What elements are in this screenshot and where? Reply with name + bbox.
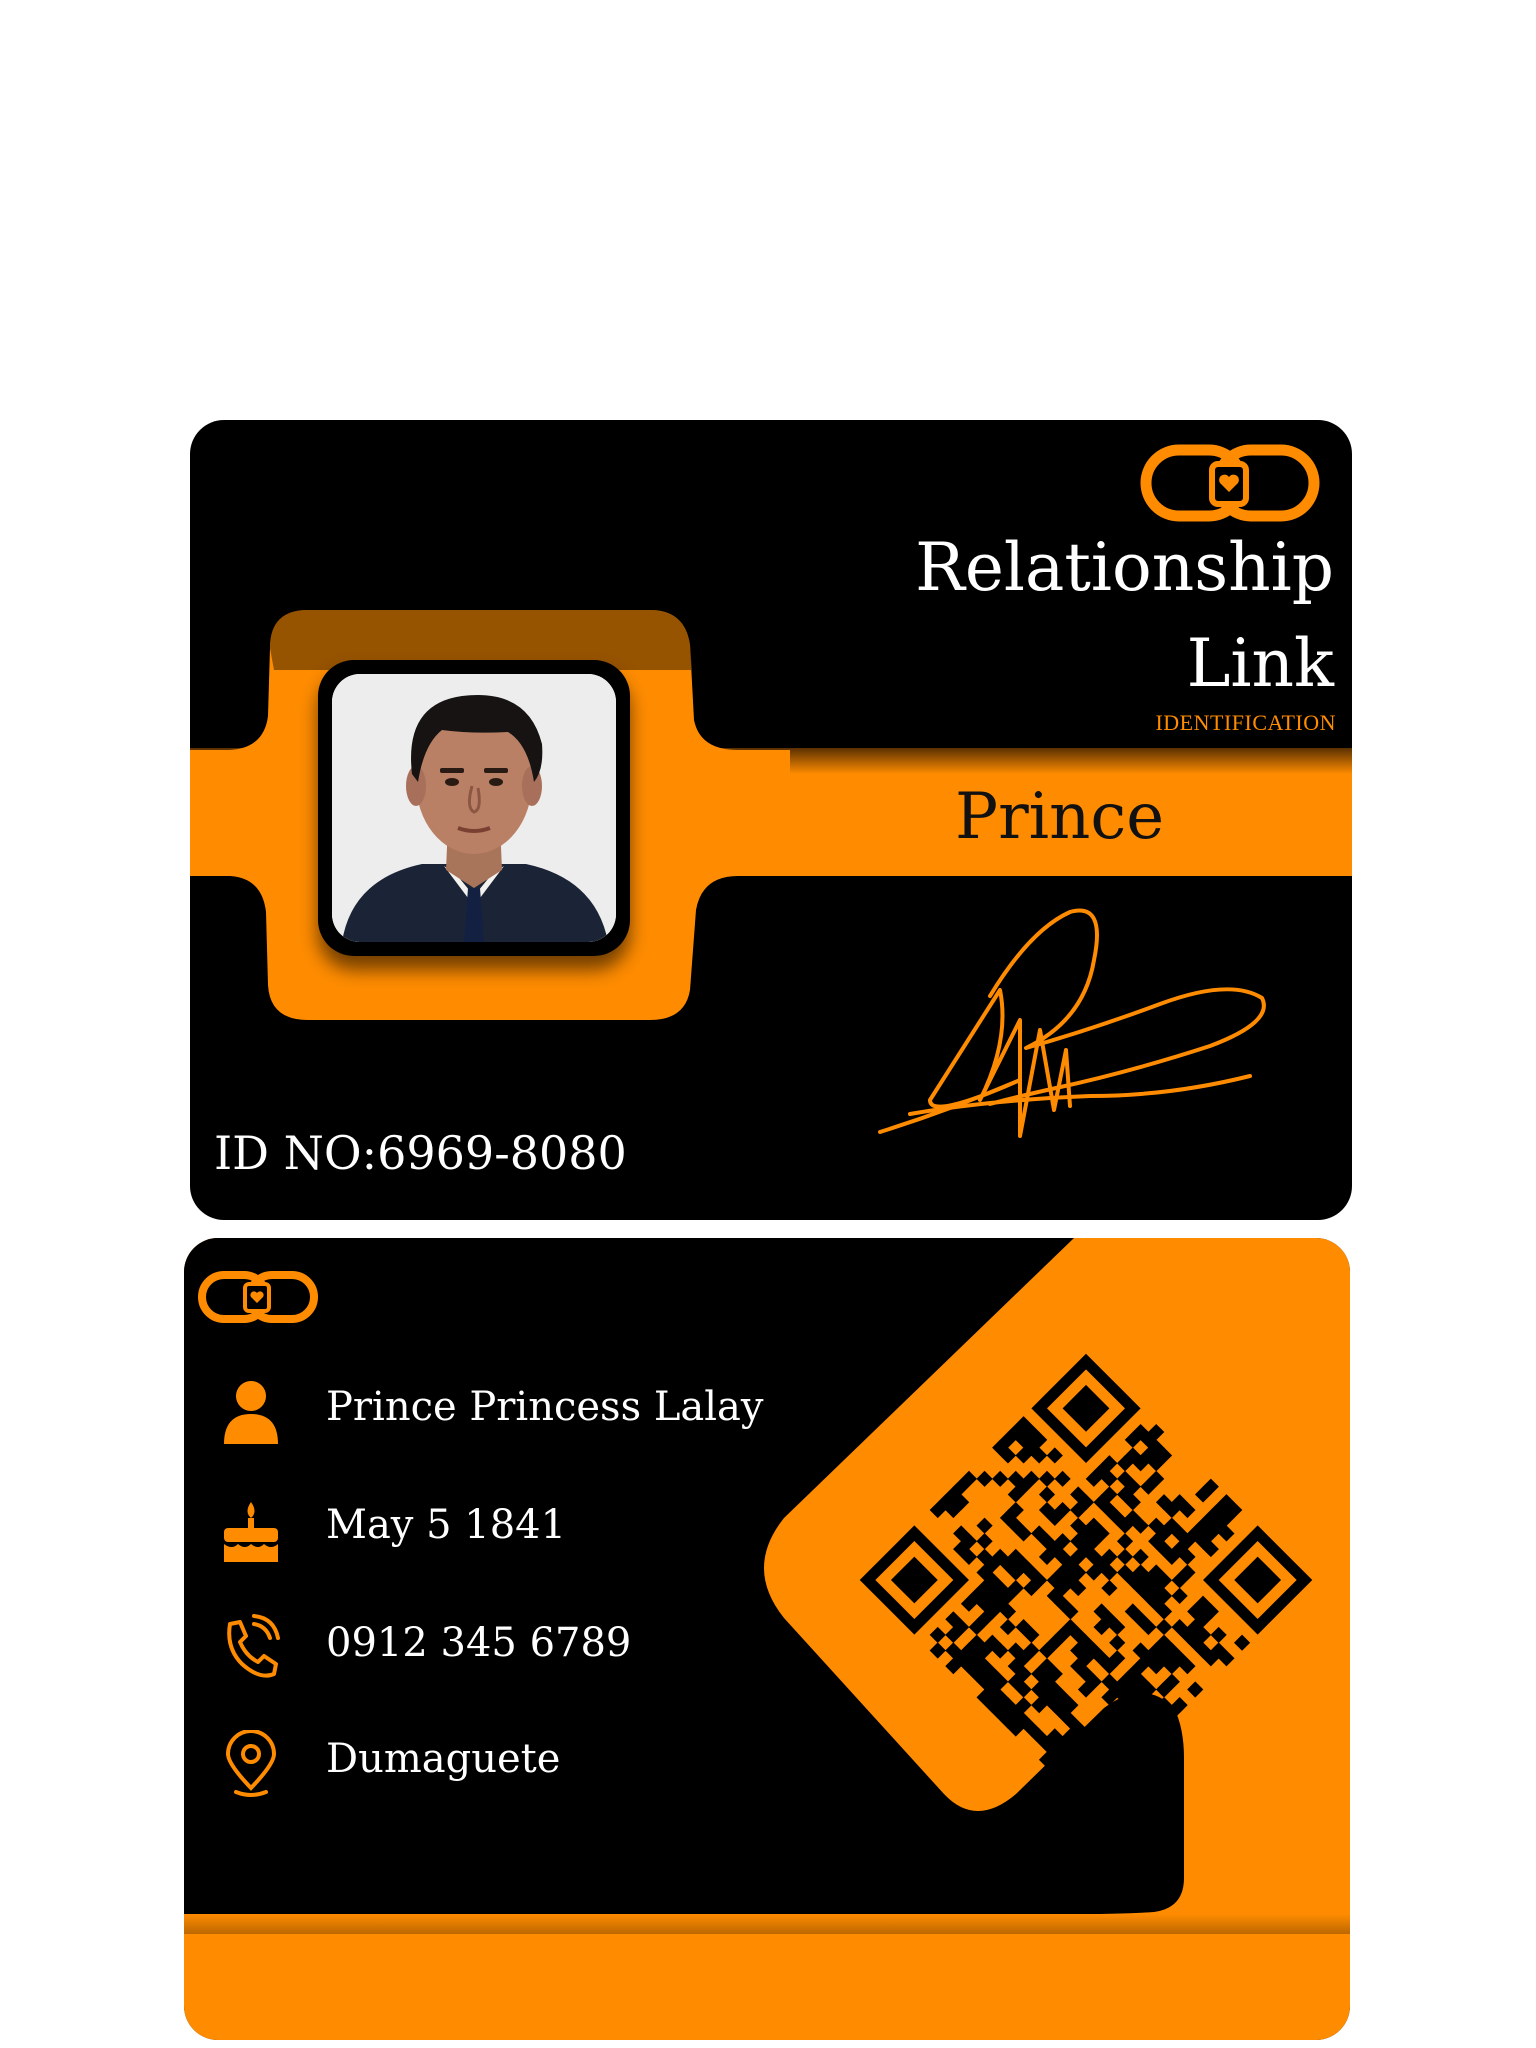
info-row-birthday: May 5 1841 [220, 1490, 840, 1570]
info-row-location: Dumaguete [220, 1724, 840, 1804]
location-pin-icon [225, 1730, 277, 1797]
id-number: ID NO:6969-8080 [214, 1126, 627, 1180]
info-row-phone: 0912 345 6789 [220, 1608, 840, 1688]
birthday-cake-icon [224, 1502, 278, 1562]
info-row-name: Prince Princess Lalay [220, 1372, 840, 1452]
qr-code [859, 1353, 1313, 1807]
card-subtitle: IDENTIFICATION [1155, 710, 1336, 735]
chain-link-heart-icon [198, 1271, 318, 1323]
id-card-front: Relationship Link IDENTIFICATION Prince [190, 420, 1352, 1220]
info-name-text: Prince Princess Lalay [326, 1384, 764, 1430]
portrait-photo [332, 674, 616, 942]
card-title: Relationship Link [915, 529, 1334, 702]
info-birthday-text: May 5 1841 [326, 1502, 567, 1548]
handwritten-signature [878, 908, 1266, 1138]
chain-link-heart-icon [1140, 444, 1320, 522]
photo-frame [318, 660, 630, 956]
holder-name: Prince [955, 780, 1165, 854]
info-phone-text: 0912 345 6789 [326, 1620, 632, 1666]
info-location-text: Dumaguete [326, 1736, 561, 1782]
id-card-back: Prince Princess Lalay May 5 1841 0912 34… [184, 1238, 1350, 2040]
phone-icon [227, 1614, 280, 1678]
person-icon [224, 1381, 278, 1444]
